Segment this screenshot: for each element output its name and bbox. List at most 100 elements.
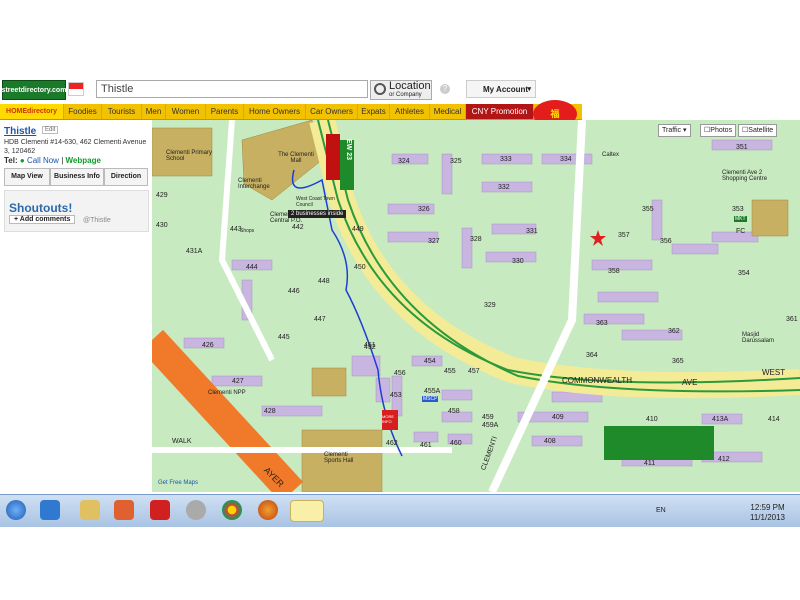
- block-label: 355: [642, 206, 654, 213]
- nav-item-tourists[interactable]: Tourists: [102, 104, 142, 119]
- block-label: 445: [278, 334, 290, 341]
- search-input[interactable]: Thistle: [96, 80, 368, 98]
- call-now-link[interactable]: Call Now: [27, 156, 59, 165]
- location-label: Location: [389, 80, 431, 92]
- block-label: 431A: [186, 248, 203, 255]
- block-label: 363: [596, 320, 608, 327]
- shoutouts-title: Shoutouts!: [9, 201, 73, 215]
- interchange-label[interactable]: Clementi Interchange: [238, 178, 278, 190]
- business-info-button[interactable]: Business Info: [50, 168, 104, 186]
- nav-item-expats[interactable]: Expats: [358, 104, 390, 119]
- media-player-icon[interactable]: [114, 500, 134, 520]
- block-label: 328: [470, 236, 482, 243]
- nav-item-car-owners[interactable]: Car Owners: [306, 104, 358, 119]
- business-title[interactable]: Thistle: [4, 126, 36, 137]
- location-search-button[interactable]: Location or Company: [370, 80, 432, 100]
- npp-label[interactable]: Clementi NPP: [208, 390, 248, 396]
- clock-time: 12:59 PM: [750, 503, 785, 512]
- block-label: 324: [398, 158, 410, 165]
- road-walk-label: WALK: [172, 438, 192, 445]
- webpage-link[interactable]: Webpage: [66, 156, 101, 165]
- block-label: 427: [232, 378, 244, 385]
- internet-explorer-icon[interactable]: [40, 500, 60, 520]
- satellite-label: Satellite: [748, 127, 774, 134]
- map-view-button[interactable]: Map View: [4, 168, 50, 186]
- town-council-label[interactable]: West Coast Town Council: [296, 196, 336, 208]
- mrt-station-badge[interactable]: [326, 134, 340, 180]
- sticky-notes-icon[interactable]: [290, 500, 324, 522]
- nav-home-directory[interactable]: HOMEdirectory: [0, 104, 64, 119]
- sports-hall-label[interactable]: Clementi Sports Hall: [324, 452, 364, 464]
- add-comments-button[interactable]: + Add comments: [9, 215, 76, 224]
- nav-item-home-owners[interactable]: Home Owners: [244, 104, 306, 119]
- site-logo[interactable]: streetdirectory.com: [2, 80, 66, 100]
- block-label: 459: [482, 414, 494, 421]
- road-ave-label: AVE: [682, 378, 698, 387]
- caltex-label[interactable]: Caltex: [602, 152, 619, 158]
- get-free-maps-link[interactable]: Get Free Maps: [158, 480, 198, 486]
- account-label: My Account: [483, 85, 529, 94]
- nav-item-foodies[interactable]: Foodies: [64, 104, 102, 119]
- block-label: 460: [450, 440, 462, 447]
- chrome-icon[interactable]: [222, 500, 242, 520]
- firefox-icon[interactable]: [258, 500, 278, 520]
- map-svg[interactable]: [152, 120, 800, 492]
- shoutouts-box: Shoutouts! + Add comments @Thistle: [4, 190, 149, 232]
- business-tooltip[interactable]: 2 businesses inside: [288, 210, 347, 218]
- star-icon[interactable]: [590, 230, 606, 246]
- block-label: 357: [618, 232, 630, 239]
- help-icon[interactable]: ?: [440, 84, 450, 94]
- block-label: 443: [230, 226, 242, 233]
- nav-item-parents[interactable]: Parents: [206, 104, 244, 119]
- pin-icon[interactable]: [150, 500, 170, 520]
- park-area: [604, 426, 714, 460]
- shopping-centre-label[interactable]: Clementi Ave 2 Shopping Centre: [722, 170, 782, 182]
- direction-button[interactable]: Direction: [104, 168, 148, 186]
- block-label: 429: [156, 192, 168, 199]
- tel-separator: |: [61, 156, 64, 165]
- windows-start-icon[interactable]: [6, 500, 26, 520]
- edit-button[interactable]: Edit: [42, 126, 59, 134]
- traffic-dropdown[interactable]: Traffic ▾: [658, 124, 691, 137]
- system-clock[interactable]: 12:59 PM 11/1/2013: [750, 503, 785, 523]
- block-label: 450: [354, 264, 366, 271]
- nav-item-cny-promotion[interactable]: CNY Promotion: [466, 104, 534, 119]
- my-account-button[interactable]: My Account ▾: [466, 80, 536, 98]
- clementi-mall-label[interactable]: The Clementi Mall: [278, 152, 314, 164]
- block-label: 448: [318, 278, 330, 285]
- block-label: 334: [560, 156, 572, 163]
- tel-label: Tel:: [4, 156, 18, 165]
- mkt-label: MKT: [734, 216, 747, 222]
- block-label: 364: [586, 352, 598, 359]
- block-label: 358: [608, 268, 620, 275]
- photos-checkbox[interactable]: ☐Photos: [700, 124, 737, 137]
- block-label: 457: [468, 368, 480, 375]
- block-label: 459A: [482, 422, 499, 429]
- nav-item-women[interactable]: Women: [166, 104, 206, 119]
- map-canvas[interactable]: The Clementi Mall Clementi Primary Schoo…: [152, 120, 800, 492]
- nav-item-athletes[interactable]: Athletes: [390, 104, 430, 119]
- darussalam-label[interactable]: Masjid Darussalam: [742, 332, 792, 344]
- block-label: 455: [444, 368, 456, 375]
- nav-item-medical[interactable]: Medical: [430, 104, 466, 119]
- block-label: 325: [450, 158, 462, 165]
- block-label: 331: [526, 228, 538, 235]
- category-nav: HOMEdirectory Foodies Tourists Men Women…: [0, 104, 582, 120]
- language-indicator[interactable]: EN: [656, 507, 666, 514]
- shops-label: Shops: [240, 228, 255, 234]
- file-explorer-icon[interactable]: [80, 500, 100, 520]
- nav-item-men[interactable]: Men: [142, 104, 166, 119]
- primary-school-label[interactable]: Clementi Primary School: [166, 150, 226, 162]
- block-label: 428: [264, 408, 276, 415]
- clock-app-icon[interactable]: [186, 500, 206, 520]
- block-label: 452: [364, 344, 376, 351]
- block-label: 351: [736, 144, 748, 151]
- road-west-label: WEST: [762, 368, 786, 377]
- business-address: HDB Clementi #14-630, 462 Clementi Avenu…: [4, 139, 147, 155]
- more-info-label[interactable]: MORE INFO: [382, 414, 398, 424]
- block-label: 327: [428, 238, 440, 245]
- block-label: 410: [646, 416, 658, 423]
- shoutouts-handle: @Thistle: [83, 217, 111, 224]
- satellite-checkbox[interactable]: ☐Satellite: [738, 124, 778, 137]
- country-flag-icon[interactable]: [68, 82, 84, 96]
